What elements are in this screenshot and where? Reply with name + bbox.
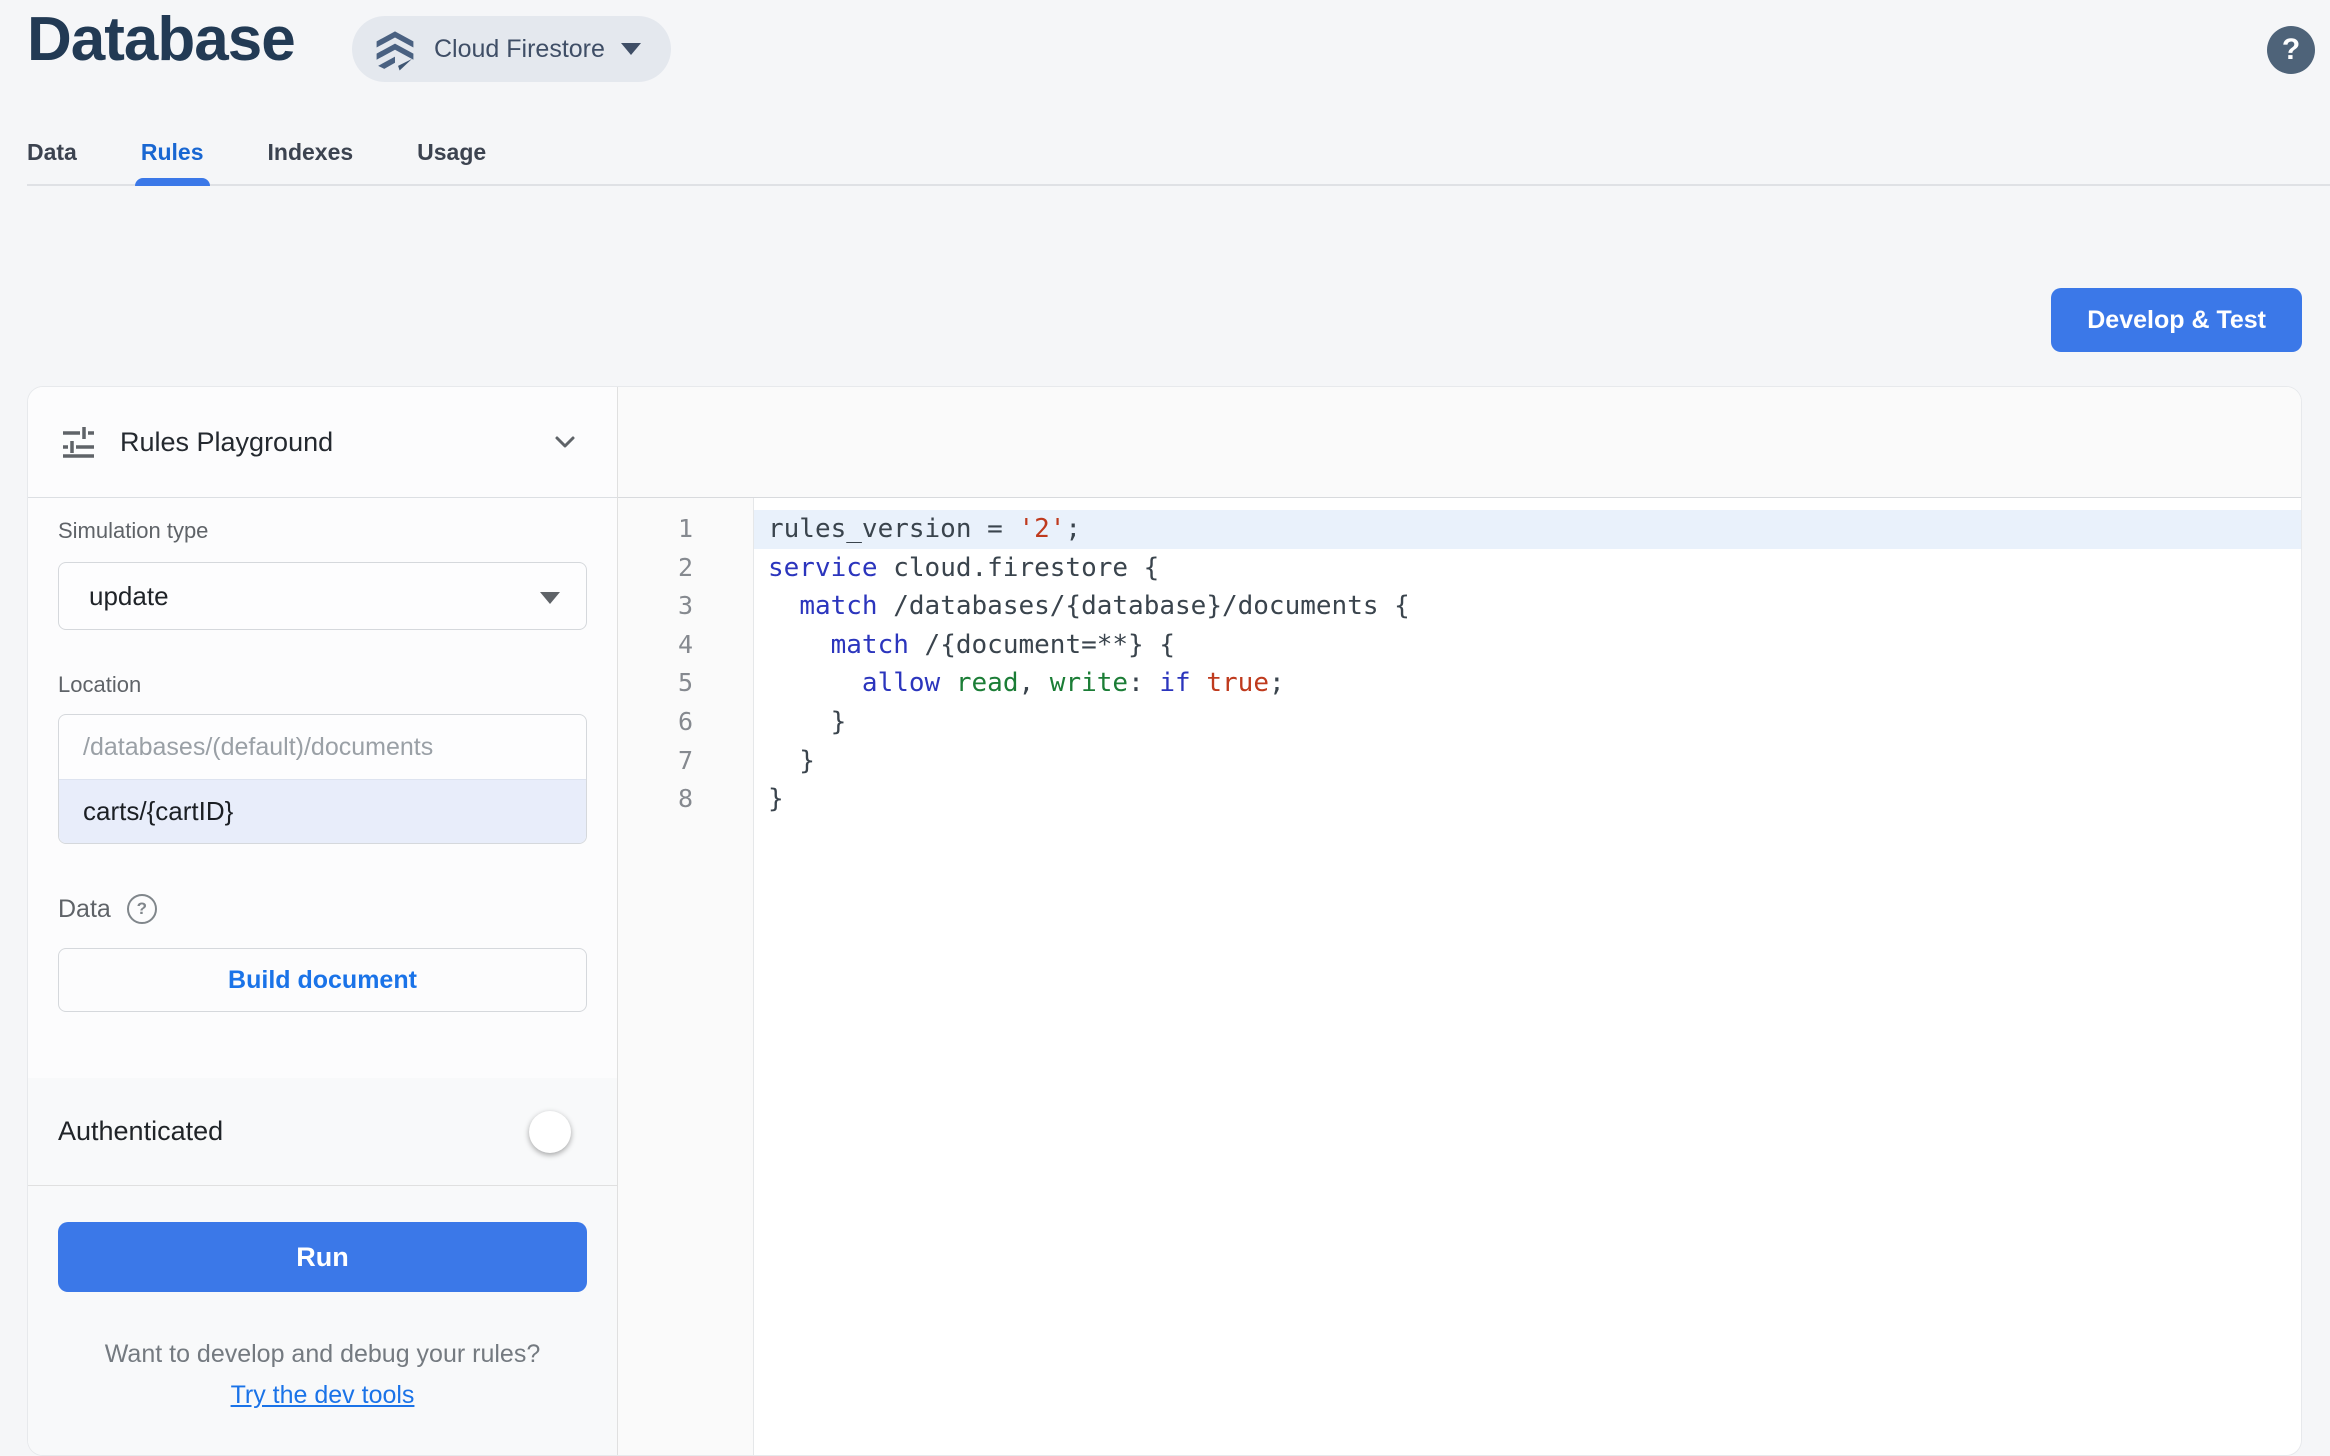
simulation-type-select[interactable]: update	[58, 562, 587, 630]
line-number: 8	[677, 784, 694, 814]
tab-bar: Data Rules Indexes Usage	[27, 120, 2330, 186]
question-icon: ?	[2281, 33, 2301, 66]
code-line[interactable]: }	[754, 703, 2301, 742]
location-prefix: /databases/(default)/documents	[83, 732, 434, 761]
run-button[interactable]: Run	[58, 1222, 587, 1292]
panel-title: Rules Playground	[120, 426, 334, 457]
code-area: 1 2 3 4 5 6 7 8 rules_version = '2'; service clo…	[618, 498, 2301, 1455]
line-numbers: 1 2 3 4 5 6 7 8	[618, 498, 754, 1455]
tune-icon	[58, 422, 98, 462]
firestore-icon	[372, 26, 418, 72]
line-number: 2	[677, 552, 694, 582]
data-label: Data	[58, 894, 111, 923]
location-label: Location	[58, 672, 142, 697]
tab-rules[interactable]: Rules	[134, 120, 210, 186]
chevron-down-icon	[620, 43, 641, 55]
data-row: Data ?	[58, 892, 587, 926]
tab-usage[interactable]: Usage	[417, 120, 486, 184]
playground-form: Simulation type update Location /databas…	[28, 498, 617, 1078]
code-lines[interactable]: rules_version = '2'; service cloud.firest…	[754, 498, 2301, 1455]
location-input[interactable]: carts/{cartID}	[59, 779, 586, 843]
rules-editor: 1 2 3 4 5 6 7 8 rules_version = '2'; service clo…	[618, 387, 2301, 1455]
authenticated-row: Authenticated	[28, 1078, 617, 1186]
tab-indexes[interactable]: Indexes	[268, 120, 354, 184]
line-number: 6	[677, 706, 694, 736]
toggle-thumb	[529, 1110, 571, 1153]
line-number: 7	[677, 745, 694, 775]
help-button[interactable]: ?	[2267, 26, 2315, 74]
page-title: Database	[27, 5, 296, 74]
tab-data[interactable]: Data	[27, 120, 77, 184]
location-box: /databases/(default)/documents carts/{ca…	[58, 714, 587, 844]
line-number: 1	[677, 514, 694, 543]
line-number: 3	[677, 591, 694, 621]
footer-text: Want to develop and debug your rules?	[104, 1340, 541, 1368]
rules-playground-header[interactable]: Rules Playground	[28, 387, 617, 498]
line-number: 4	[677, 629, 694, 659]
select-caret-icon	[540, 592, 560, 604]
dev-tools-link[interactable]: Try the dev tools	[231, 1381, 415, 1410]
playground-footer: Run Want to develop and debug your rules…	[28, 1186, 617, 1455]
code-line[interactable]: }	[754, 780, 2301, 819]
database-selector-label: Cloud Firestore	[434, 34, 605, 63]
authenticated-label: Authenticated	[58, 1116, 224, 1146]
authenticated-toggle[interactable]	[529, 1110, 591, 1153]
editor-toolbar	[618, 387, 2301, 498]
rules-card: Rules Playground Simulation type update …	[27, 386, 2302, 1456]
database-selector-chip[interactable]: Cloud Firestore	[352, 16, 671, 82]
code-line[interactable]: rules_version = '2';	[754, 510, 2301, 549]
rules-playground-panel: Rules Playground Simulation type update …	[28, 387, 618, 1455]
data-help-icon[interactable]: ?	[126, 894, 157, 924]
simulation-type-label: Simulation type	[58, 518, 209, 543]
code-line[interactable]: match /databases/{database}/documents {	[754, 587, 2301, 626]
code-line[interactable]: match /{document=**} {	[754, 626, 2301, 665]
collapse-chevron-icon[interactable]	[549, 426, 581, 458]
line-number: 5	[677, 668, 694, 698]
simulation-type-value: update	[89, 580, 169, 611]
build-document-button[interactable]: Build document	[58, 948, 587, 1012]
code-line[interactable]: service cloud.firestore {	[754, 549, 2301, 588]
code-line[interactable]: }	[754, 742, 2301, 781]
develop-test-button[interactable]: Develop & Test	[2051, 288, 2302, 352]
code-line[interactable]: allow read, write: if true;	[754, 664, 2301, 703]
